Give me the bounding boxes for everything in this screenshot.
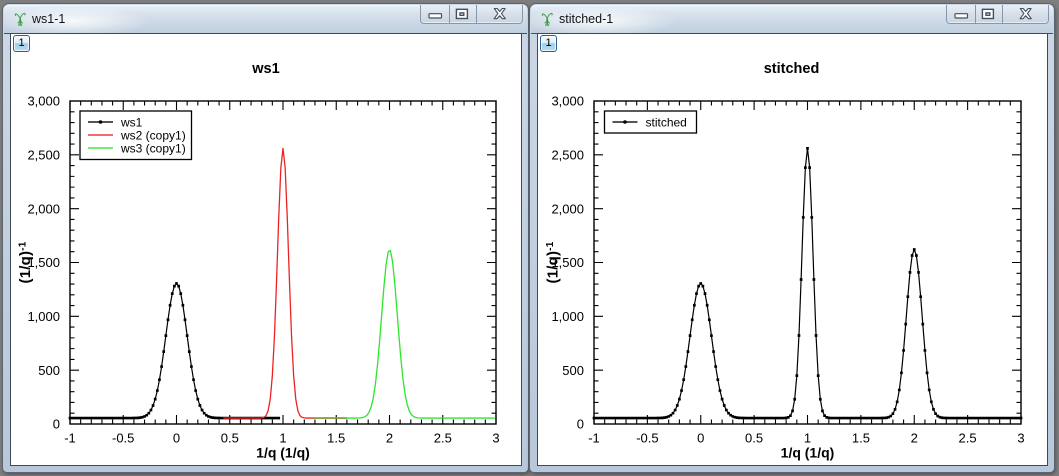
svg-text:2,500: 2,500 [551, 148, 584, 163]
svg-text:1/q (1/q): 1/q (1/q) [256, 445, 310, 461]
svg-text:500: 500 [38, 363, 60, 378]
svg-text:1.5: 1.5 [852, 431, 870, 446]
svg-text:500: 500 [562, 363, 584, 378]
svg-text:(1/q)-1: (1/q)-1 [545, 241, 562, 283]
svg-text:-1: -1 [64, 431, 76, 446]
svg-text:0.5: 0.5 [745, 431, 763, 446]
svg-text:3: 3 [492, 431, 499, 446]
svg-text:0: 0 [173, 431, 180, 446]
svg-text:2,000: 2,000 [27, 201, 60, 216]
svg-text:1: 1 [279, 431, 286, 446]
svg-text:-1: -1 [588, 431, 600, 446]
svg-text:ws3 (copy1): ws3 (copy1) [120, 141, 186, 155]
svg-text:1,000: 1,000 [551, 309, 584, 324]
svg-text:1/q (1/q): 1/q (1/q) [781, 445, 835, 461]
svg-text:ws1: ws1 [120, 115, 143, 129]
svg-text:0: 0 [53, 417, 60, 432]
svg-text:3,000: 3,000 [551, 94, 584, 109]
svg-text:(1/q)-1: (1/q)-1 [17, 241, 34, 283]
svg-text:1.5: 1.5 [327, 431, 345, 446]
svg-text:0.5: 0.5 [221, 431, 239, 446]
svg-text:-0.5: -0.5 [112, 431, 134, 446]
svg-text:ws1: ws1 [251, 61, 279, 77]
svg-text:2.5: 2.5 [959, 431, 977, 446]
svg-text:1,000: 1,000 [27, 309, 60, 324]
svg-text:2: 2 [386, 431, 393, 446]
svg-text:2,000: 2,000 [551, 201, 584, 216]
svg-text:2.5: 2.5 [434, 431, 452, 446]
svg-text:1: 1 [804, 431, 811, 446]
svg-text:-0.5: -0.5 [636, 431, 658, 446]
svg-text:2: 2 [911, 431, 918, 446]
svg-text:stitched: stitched [646, 115, 687, 129]
svg-text:3: 3 [1017, 431, 1024, 446]
svg-text:0: 0 [697, 431, 704, 446]
svg-text:2,500: 2,500 [27, 148, 60, 163]
svg-text:3,000: 3,000 [27, 94, 60, 109]
svg-text:ws2 (copy1): ws2 (copy1) [120, 128, 186, 142]
svg-text:stitched: stitched [764, 61, 820, 77]
svg-text:0: 0 [577, 417, 584, 432]
